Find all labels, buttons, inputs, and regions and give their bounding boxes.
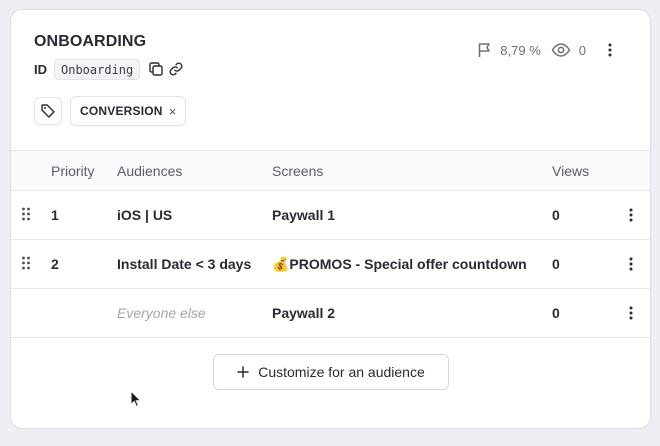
flag-icon <box>476 41 494 59</box>
placement-card: ONBOARDING ID Onboarding CONVERSION × 8,… <box>10 9 651 429</box>
priority-cell <box>51 289 117 338</box>
conversion-rate: 8,79 % <box>500 42 541 58</box>
audience-cell: Everyone else <box>117 305 206 321</box>
drag-column-header <box>11 151 51 191</box>
views-cell: 0 <box>552 256 560 272</box>
placement-title: ONBOARDING <box>34 33 147 50</box>
actions-header <box>612 151 650 191</box>
copy-icon[interactable] <box>146 59 166 79</box>
row-actions-cell <box>612 289 650 338</box>
mouse-cursor <box>130 389 142 413</box>
id-value: Onboarding <box>54 58 141 80</box>
audiences-header: Audiences <box>117 162 183 179</box>
card-footer: Customize for an audience <box>11 338 650 418</box>
table-row[interactable]: Everyone else Paywall 2 0 <box>11 289 650 338</box>
more-vertical-icon[interactable] <box>600 40 620 60</box>
table-row[interactable]: 2 Install Date < 3 days 💰PROMOS - Specia… <box>11 240 650 289</box>
customize-audience-button[interactable]: Customize for an audience <box>213 354 449 390</box>
views-cell: 0 <box>552 207 560 223</box>
screens-header: Screens <box>272 162 324 179</box>
drag-cell <box>11 289 51 338</box>
more-vertical-icon[interactable] <box>621 254 641 274</box>
more-vertical-icon[interactable] <box>621 205 641 225</box>
tag-chip: CONVERSION × <box>70 96 187 126</box>
drag-handle-icon[interactable] <box>21 207 31 221</box>
priority-cell: 2 <box>51 256 59 272</box>
tag-icon <box>40 103 56 119</box>
add-tag-button[interactable] <box>34 97 62 125</box>
drag-cell <box>11 191 51 240</box>
customize-audience-label: Customize for an audience <box>258 364 425 380</box>
id-row: ID Onboarding <box>34 58 186 80</box>
screen-cell: Paywall 1 <box>272 207 336 223</box>
views-count: 0 <box>578 42 586 58</box>
stats-row: 8,79 % 0 <box>476 38 620 62</box>
eye-icon <box>551 42 571 58</box>
priority-cell: 1 <box>51 207 59 223</box>
audience-cell: iOS | US <box>117 207 173 223</box>
drag-cell <box>11 240 51 289</box>
screen-cell: 💰PROMOS - Special offer countdown <box>272 255 527 272</box>
link-icon[interactable] <box>166 59 186 79</box>
audiences-table: Priority Audiences Screens Views 1 iOS |… <box>11 150 650 338</box>
table-header-row: Priority Audiences Screens Views <box>11 150 650 191</box>
row-actions-cell <box>612 191 650 240</box>
more-vertical-icon[interactable] <box>621 303 641 323</box>
table-row[interactable]: 1 iOS | US Paywall 1 0 <box>11 191 650 240</box>
plus-icon <box>237 363 249 381</box>
card-header: ONBOARDING ID Onboarding CONVERSION × 8,… <box>11 10 650 150</box>
views-header: Views <box>552 162 590 179</box>
screen-cell: Paywall 2 <box>272 305 336 321</box>
tags-row: CONVERSION × <box>34 96 187 126</box>
row-actions-cell <box>612 240 650 289</box>
priority-header: Priority <box>51 162 95 179</box>
tag-remove-button[interactable]: × <box>169 104 177 119</box>
views-cell: 0 <box>552 305 560 321</box>
drag-handle-icon[interactable] <box>21 256 31 270</box>
audience-cell: Install Date < 3 days <box>117 256 252 272</box>
id-label: ID <box>34 61 47 77</box>
tag-label: CONVERSION <box>80 104 163 118</box>
